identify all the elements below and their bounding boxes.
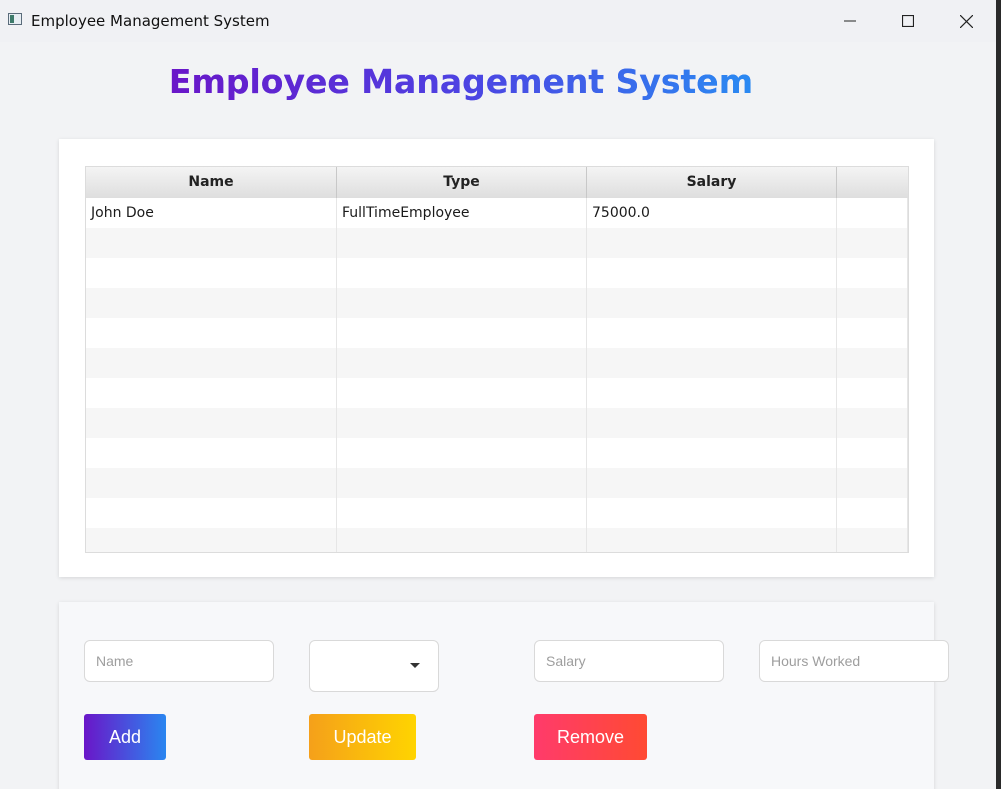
table-cell (337, 348, 587, 378)
table-cell (587, 348, 837, 378)
name-input[interactable] (84, 640, 274, 682)
table-cell (337, 468, 587, 498)
empty-table-row[interactable] (86, 348, 908, 378)
table-cell (86, 258, 337, 288)
table-cell (587, 528, 837, 552)
employee-table[interactable]: Name Type Salary John Doe FullTimeEmploye… (85, 166, 909, 553)
column-header-salary[interactable]: Salary (587, 167, 837, 198)
column-header-type[interactable]: Type (337, 167, 587, 198)
table-cell (587, 228, 837, 258)
empty-table-row[interactable] (86, 228, 908, 258)
close-icon (959, 14, 973, 28)
title-bar[interactable]: Employee Management System (0, 0, 996, 42)
table-cell (86, 498, 337, 528)
maximize-button[interactable] (879, 0, 937, 42)
table-cell (337, 318, 587, 348)
table-cell (837, 528, 908, 552)
table-cell (837, 438, 908, 468)
table-cell (837, 498, 908, 528)
table-cell (337, 378, 587, 408)
maximize-icon (902, 15, 914, 27)
app-window: Employee Management System Employee Mana… (0, 0, 997, 789)
empty-table-row[interactable] (86, 468, 908, 498)
table-cell (86, 468, 337, 498)
table-cell (86, 408, 337, 438)
table-cell (337, 438, 587, 468)
table-cell (86, 438, 337, 468)
table-cell (837, 228, 908, 258)
empty-table-row[interactable] (86, 438, 908, 468)
table-card: Name Type Salary John Doe FullTimeEmploye… (59, 139, 934, 577)
table-cell (587, 498, 837, 528)
table-header: Name Type Salary (86, 167, 908, 199)
empty-table-row[interactable] (86, 408, 908, 438)
table-cell (86, 228, 337, 258)
add-button[interactable]: Add (84, 714, 166, 760)
table-row[interactable]: John Doe FullTimeEmployee 75000.0 (86, 198, 908, 228)
minimize-icon (844, 20, 856, 22)
empty-table-row[interactable] (86, 288, 908, 318)
table-cell (837, 318, 908, 348)
table-cell (337, 288, 587, 318)
employee-type-select[interactable] (309, 640, 439, 692)
empty-table-row[interactable] (86, 498, 908, 528)
table-cell (86, 528, 337, 552)
page-title: Employee Management System (0, 62, 922, 101)
column-header-filler (837, 167, 908, 198)
column-header-name[interactable]: Name (86, 167, 337, 198)
desktop-background (996, 0, 1001, 789)
table-cell (837, 468, 908, 498)
minimize-button[interactable] (821, 0, 879, 42)
window-title: Employee Management System (31, 12, 270, 30)
table-cell (86, 318, 337, 348)
empty-table-row[interactable] (86, 378, 908, 408)
chevron-down-icon (410, 663, 420, 668)
table-cell: 75000.0 (587, 198, 837, 228)
hours-worked-input[interactable] (759, 640, 949, 682)
table-cell (587, 468, 837, 498)
app-icon (8, 13, 22, 25)
table-cell (837, 348, 908, 378)
table-cell: FullTimeEmployee (337, 198, 587, 228)
table-cell (337, 498, 587, 528)
table-cell (837, 288, 908, 318)
remove-button[interactable]: Remove (534, 714, 647, 760)
empty-table-row[interactable] (86, 258, 908, 288)
table-cell (837, 378, 908, 408)
table-cell (337, 528, 587, 552)
table-cell (587, 438, 837, 468)
close-button[interactable] (937, 0, 995, 42)
table-cell (587, 318, 837, 348)
table-cell (837, 258, 908, 288)
table-cell (587, 378, 837, 408)
table-cell (587, 408, 837, 438)
table-cell (337, 408, 587, 438)
salary-input[interactable] (534, 640, 724, 682)
update-button[interactable]: Update (309, 714, 416, 760)
empty-table-row[interactable] (86, 528, 908, 552)
table-cell (837, 198, 908, 228)
table-cell (86, 348, 337, 378)
table-cell (587, 288, 837, 318)
table-cell (587, 258, 837, 288)
table-cell: John Doe (86, 198, 337, 228)
form-card: Add Update Remove (59, 602, 949, 789)
table-cell (837, 408, 908, 438)
empty-table-row[interactable] (86, 318, 908, 348)
table-cell (337, 228, 587, 258)
table-cell (337, 258, 587, 288)
table-cell (86, 288, 337, 318)
table-cell (86, 378, 337, 408)
